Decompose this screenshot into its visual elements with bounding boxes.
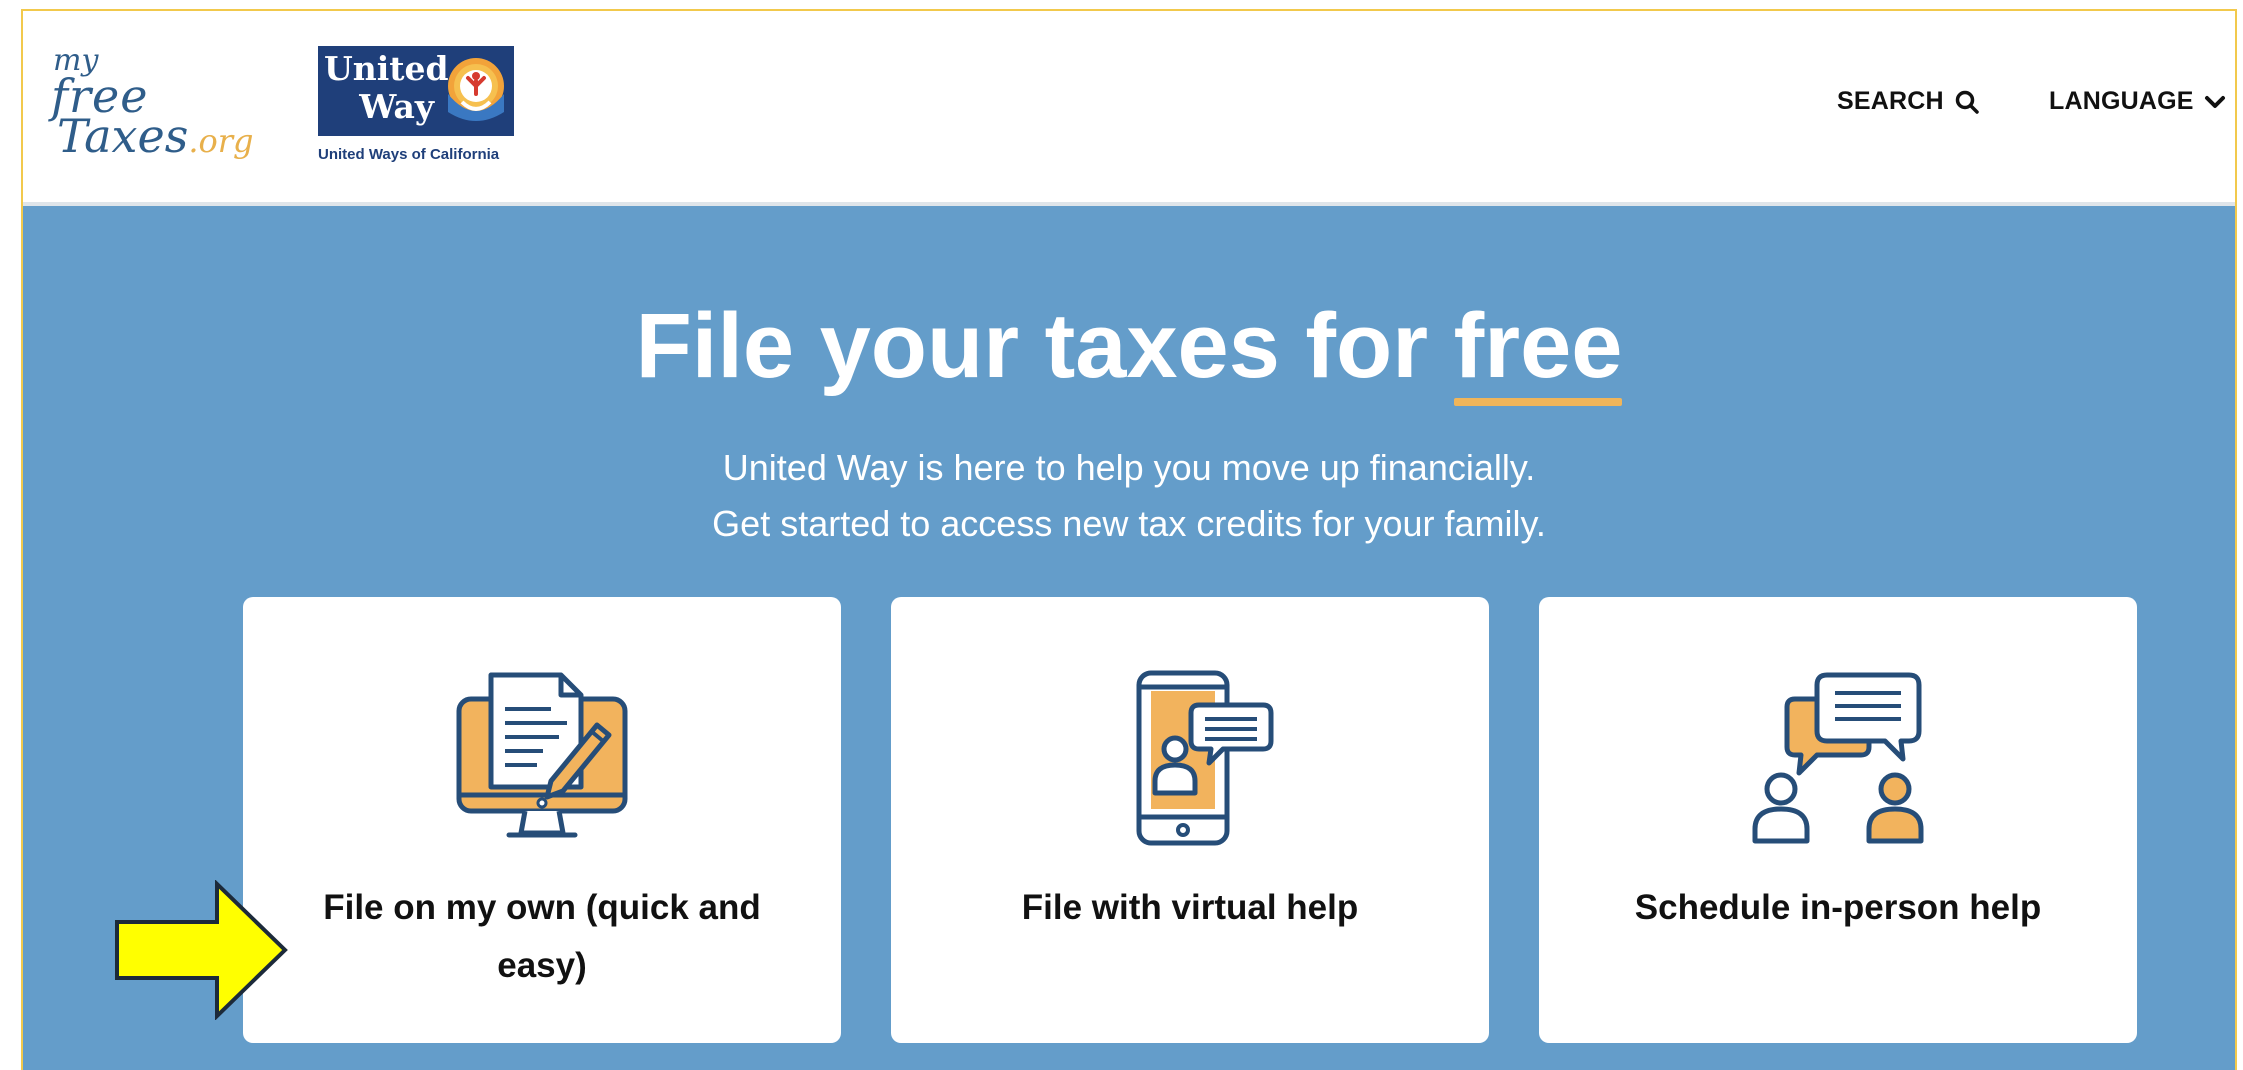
search-icon: [1955, 90, 1979, 114]
hero-section: File your taxes for free United Way is h…: [23, 206, 2235, 1070]
united-way-wordmark: United Way: [324, 49, 449, 126]
card-label: File with virtual help: [1021, 888, 1359, 927]
hero-subtitle-line2: Get started to access new tax credits fo…: [712, 503, 1546, 544]
united-way-emblem-icon: [448, 58, 504, 121]
logo-org-text: .org: [188, 122, 254, 160]
logo-taxes-word: Taxes: [57, 109, 189, 163]
card-file-with-virtual-help[interactable]: File with virtual help: [891, 597, 1489, 1043]
card-label: File on my own (quick and easy): [323, 888, 761, 985]
search-nav-link[interactable]: SEARCH: [1837, 87, 1980, 116]
site-header: my free Taxes.org United Way United Ways…: [23, 11, 2235, 206]
card-schedule-in-person-help[interactable]: Schedule in-person help: [1539, 597, 2137, 1043]
united-way-logo[interactable]: United Way United Ways of California: [318, 46, 518, 176]
browser-frame: my free Taxes.org United Way United Ways…: [21, 9, 2237, 1070]
language-label: LANGUAGE: [2049, 87, 2194, 115]
title-underline: [1453, 398, 1623, 406]
search-label: SEARCH: [1837, 87, 1944, 115]
united-way-line2: Way: [359, 87, 434, 126]
tablet-chat-icon: [1136, 670, 1274, 846]
pointer-arrow-icon: [115, 880, 288, 1020]
hero-title-emphasis-text: free: [1453, 295, 1623, 397]
language-dropdown[interactable]: LANGUAGE: [2049, 87, 2226, 116]
myfreetaxes-logo[interactable]: my free Taxes.org: [47, 43, 267, 173]
people-conversation-icon: [1752, 672, 1924, 844]
logo-taxes-text: Taxes.org: [57, 109, 254, 163]
united-way-tagline: United Ways of California: [318, 146, 500, 163]
hero-title-emphasis: free: [1453, 295, 1623, 406]
united-way-line1: United: [324, 49, 449, 88]
card-file-on-my-own[interactable]: File on my own (quick and easy): [243, 597, 841, 1043]
document-computer-icon: [456, 672, 628, 838]
chevron-down-icon: [2204, 95, 2225, 108]
hero-title-lead: File your taxes for: [635, 295, 1454, 397]
hero-title: File your taxes for free: [23, 295, 2235, 406]
hero-subtitle-line1: United Way is here to help you move up f…: [722, 447, 1536, 488]
card-label: Schedule in-person help: [1634, 888, 2042, 927]
united-way-badge: United Way: [318, 46, 514, 136]
